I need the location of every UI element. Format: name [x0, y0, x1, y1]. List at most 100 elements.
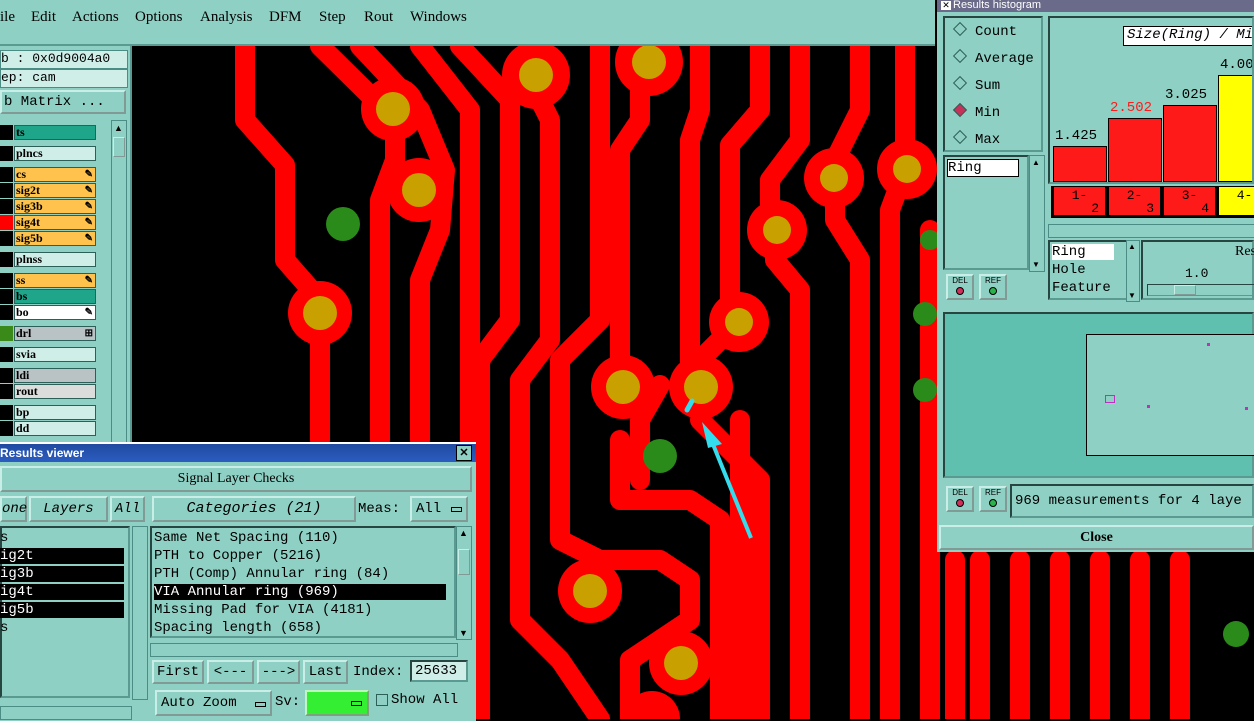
histogram-hscrollbar[interactable]	[1048, 224, 1254, 238]
ref-button[interactable]: REF	[979, 486, 1007, 512]
category-item[interactable]: Missing Pad for VIA (4181)	[154, 602, 446, 618]
menu-dfm[interactable]: DFM	[269, 9, 302, 26]
layers-hscrollbar[interactable]	[0, 706, 132, 720]
scroll-thumb[interactable]	[458, 549, 470, 575]
histogram-bar[interactable]	[1218, 75, 1252, 182]
histogram-bin[interactable]: 3- 4	[1163, 186, 1216, 216]
show-all-checkbox[interactable]	[376, 694, 388, 706]
layer-label[interactable]: sig2t ✎	[14, 183, 96, 198]
layer-label[interactable]: plnss	[14, 252, 96, 267]
category-item[interactable]: PTH (Comp) Annular ring (84)	[154, 566, 446, 582]
layer-row-cs[interactable]: cs ✎	[0, 167, 98, 182]
histogram-bar[interactable]	[1163, 105, 1217, 182]
metric-item[interactable]: Ring	[947, 159, 1019, 177]
slider-thumb[interactable]	[1174, 285, 1196, 295]
option-max[interactable]: Max	[952, 129, 1000, 148]
layer-result-item[interactable]: ig3b	[0, 566, 124, 582]
categories-hscrollbar[interactable]	[150, 643, 458, 657]
scroll-down-icon[interactable]: ▼	[459, 628, 468, 638]
layer-label[interactable]: drl ⊞	[14, 326, 96, 341]
layer-color-swatch[interactable]	[0, 199, 13, 214]
layer-label[interactable]: ss ✎	[14, 273, 96, 288]
layer-color-swatch[interactable]	[0, 183, 13, 198]
layer-label[interactable]: sig5b ✎	[14, 231, 96, 246]
category-item[interactable]: PTH to Copper (5216)	[154, 548, 446, 564]
metric-item[interactable]: Ring	[1052, 244, 1114, 260]
del-button[interactable]: DEL	[946, 486, 974, 512]
histogram-bar[interactable]	[1108, 118, 1162, 182]
layer-label[interactable]: ldi	[14, 368, 96, 383]
layer-row-rout[interactable]: rout	[0, 384, 98, 399]
tab-all-layers[interactable]: All	[110, 496, 145, 522]
index-input[interactable]: 25633	[410, 660, 468, 682]
layer-result-item[interactable]: ig4t	[0, 584, 124, 600]
layer-label[interactable]: cs ✎	[14, 167, 96, 182]
layer-row-bo[interactable]: bo ✎	[0, 305, 98, 320]
layer-color-swatch[interactable]	[0, 405, 13, 420]
layer-color-swatch[interactable]	[0, 384, 13, 399]
matrix-button[interactable]: b Matrix ...	[0, 90, 126, 114]
meas-select[interactable]: All	[410, 496, 468, 522]
scroll-up-icon[interactable]: ▲	[1032, 158, 1040, 167]
layer-label[interactable]: bs	[14, 289, 96, 304]
del-button-top[interactable]: DEL	[946, 274, 974, 300]
layer-label[interactable]: bo ✎	[14, 305, 96, 320]
layer-row-svia[interactable]: svia	[0, 347, 98, 362]
mid-metric-scrollbar[interactable]: ▲ ▼	[1126, 240, 1140, 302]
layer-color-swatch[interactable]	[0, 326, 13, 341]
option-count[interactable]: Count	[952, 21, 1017, 40]
scroll-down-icon[interactable]: ▼	[1032, 260, 1040, 269]
layer-row-dd[interactable]: dd	[0, 421, 98, 436]
first-button[interactable]: First	[152, 660, 204, 684]
layer-row-ldi[interactable]: ldi	[0, 368, 98, 383]
layer-color-swatch[interactable]	[0, 231, 13, 246]
ref-button-top[interactable]: REF	[979, 274, 1007, 300]
layer-label[interactable]: sig3b ✎	[14, 199, 96, 214]
category-item[interactable]: VIA Annular ring (969)	[154, 584, 446, 600]
layer-label[interactable]: sig4t ✎	[14, 215, 96, 230]
layer-row-sig2t[interactable]: sig2t ✎	[0, 183, 98, 198]
layer-row-bp[interactable]: bp	[0, 405, 98, 420]
tab-none[interactable]: one	[0, 496, 27, 522]
layer-label[interactable]: plncs	[14, 146, 96, 161]
layer-label[interactable]: dd	[14, 421, 96, 436]
prev-button[interactable]: <---	[207, 660, 254, 684]
last-button[interactable]: Last	[303, 660, 348, 684]
layer-color-swatch[interactable]	[0, 347, 13, 362]
categories-scrollbar[interactable]: ▲ ▼	[456, 526, 472, 640]
close-button[interactable]: Close	[939, 525, 1254, 550]
layer-label[interactable]: svia	[14, 347, 96, 362]
resolution-slider[interactable]	[1147, 284, 1254, 296]
option-min[interactable]: Min	[952, 102, 1000, 121]
categories-button[interactable]: Categories (21)	[152, 496, 356, 522]
scroll-up-icon[interactable]: ▲	[1128, 242, 1136, 251]
layer-row-sig5b[interactable]: sig5b ✎	[0, 231, 98, 246]
layer-row-ss[interactable]: ss ✎	[0, 273, 98, 288]
layer-color-swatch[interactable]	[0, 125, 13, 140]
layer-color-swatch[interactable]	[0, 368, 13, 383]
layer-result-item[interactable]: ig2t	[0, 548, 124, 564]
mid-metric-list[interactable]: Ring Hole Feature	[1048, 240, 1130, 300]
menu-analysis[interactable]: Analysis	[200, 9, 253, 26]
signal-layer-checks-header[interactable]: Signal Layer Checks	[0, 466, 472, 492]
close-icon[interactable]: ✕	[456, 445, 472, 461]
menu-edit[interactable]: Edit	[31, 9, 56, 26]
histogram-bar[interactable]	[1053, 146, 1107, 182]
category-item[interactable]: Same Net Spacing (110)	[154, 530, 446, 546]
histogram-bin[interactable]: 2- 3	[1108, 186, 1161, 216]
next-button[interactable]: --->	[257, 660, 300, 684]
radio-diamond-icon[interactable]	[952, 129, 968, 145]
severity-select[interactable]	[305, 690, 369, 716]
layer-result-item[interactable]: s	[0, 530, 124, 546]
histogram-bin[interactable]: 1- 2	[1053, 186, 1106, 216]
histogram-bin[interactable]: 4-5	[1218, 186, 1254, 216]
radio-diamond-icon[interactable]	[952, 102, 968, 118]
scroll-up-icon[interactable]: ▲	[459, 528, 468, 538]
menu-options[interactable]: Options	[135, 9, 183, 26]
category-item[interactable]: Spacing length (658)	[154, 620, 446, 636]
menu-step[interactable]: Step	[319, 9, 346, 26]
layer-row-ts[interactable]: ts	[0, 125, 98, 140]
auto-zoom-select[interactable]: Auto Zoom	[155, 690, 272, 716]
layers-result-list[interactable]: s ig2t ig3b ig4t ig5b s	[0, 526, 130, 698]
layer-row-sig4t[interactable]: sig4t ✎	[0, 215, 98, 230]
